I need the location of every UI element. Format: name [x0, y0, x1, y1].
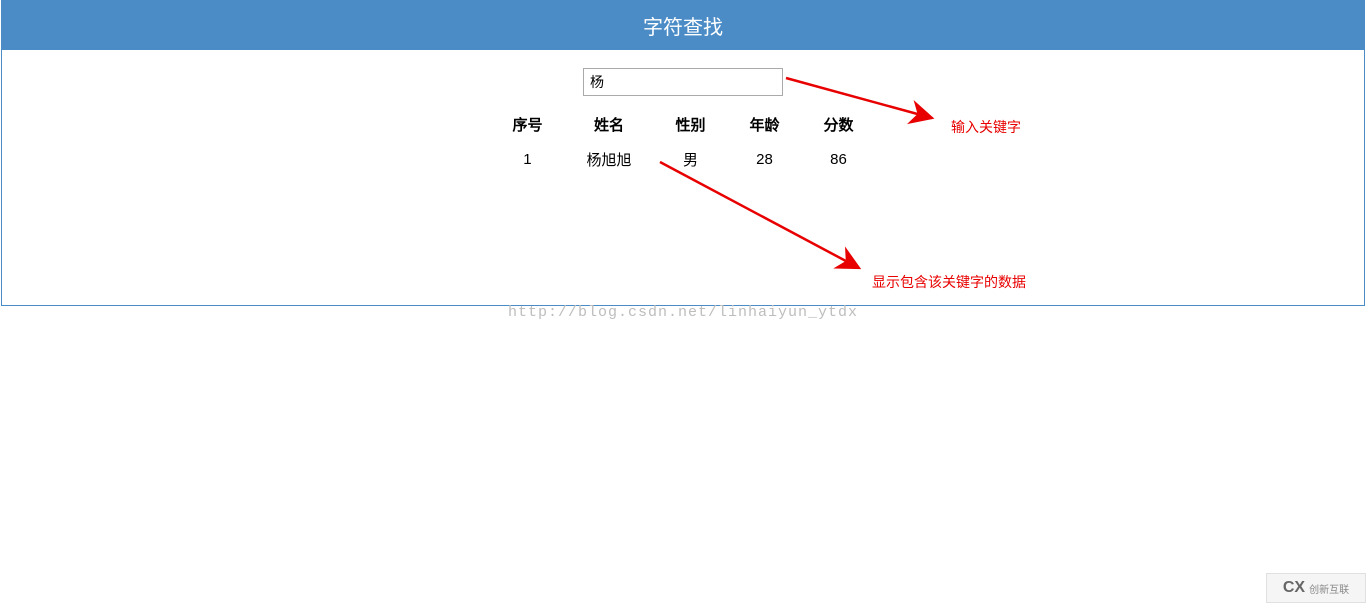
- search-input[interactable]: [583, 68, 783, 96]
- table-row: 1 杨旭旭 男 28 86: [490, 141, 875, 178]
- annotation-show-data: 显示包含该关键字的数据: [872, 272, 1026, 292]
- results-table: 序号 姓名 性别 年龄 分数 1 杨旭旭 男 28 86: [490, 108, 875, 178]
- cell-name: 杨旭旭: [564, 141, 653, 178]
- col-gender: 性别: [653, 108, 727, 141]
- col-index: 序号: [490, 108, 564, 141]
- app-container: 字符查找 序号 姓名 性别 年龄 分数 1 杨旭旭 男 28 86: [1, 0, 1365, 306]
- col-age: 年龄: [728, 108, 802, 141]
- logo-text: 创新互联: [1309, 581, 1349, 596]
- logo-badge: CX 创新互联: [1266, 573, 1366, 603]
- cell-gender: 男: [653, 141, 727, 178]
- col-score: 分数: [802, 108, 876, 141]
- cell-index: 1: [490, 141, 564, 178]
- cell-score: 86: [802, 141, 876, 178]
- watermark-text: http://blog.csdn.net/linhaiyun_ytdx: [0, 304, 1366, 321]
- logo-prefix: CX: [1283, 579, 1305, 597]
- page-title: 字符查找: [2, 1, 1364, 50]
- col-name: 姓名: [564, 108, 653, 141]
- table-header-row: 序号 姓名 性别 年龄 分数: [490, 108, 875, 141]
- content-area: 序号 姓名 性别 年龄 分数 1 杨旭旭 男 28 86: [2, 50, 1364, 305]
- cell-age: 28: [728, 141, 802, 178]
- annotation-input-keyword: 输入关键字: [951, 117, 1021, 137]
